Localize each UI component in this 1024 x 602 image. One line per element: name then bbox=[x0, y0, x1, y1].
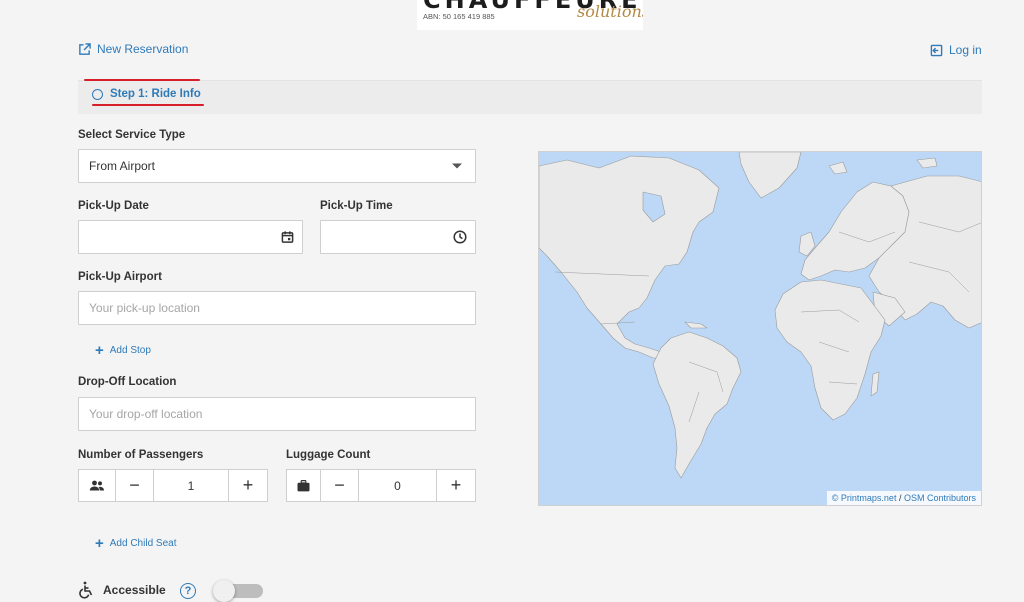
service-type-value: From Airport bbox=[89, 159, 156, 173]
accessible-label: Accessible bbox=[103, 583, 166, 597]
help-icon[interactable]: ? bbox=[180, 583, 196, 599]
annotation-underline-top bbox=[84, 79, 200, 81]
logo-abn: ABN: 50 165 419 885 bbox=[423, 12, 495, 21]
dropoff-placeholder: Your drop-off location bbox=[89, 407, 203, 421]
luggage-stepper: − 0 + bbox=[286, 469, 476, 502]
steps-bar bbox=[78, 80, 982, 114]
route-map[interactable]: © Printmaps.net / OSM Contributors bbox=[538, 151, 982, 506]
logo-solutions: solutions bbox=[577, 2, 643, 21]
passengers-stepper: − 1 + bbox=[78, 469, 268, 502]
luggage-decrement-button[interactable]: − bbox=[321, 470, 359, 501]
new-reservation-label: New Reservation bbox=[97, 42, 189, 56]
pickup-airport-label: Pick-Up Airport bbox=[78, 271, 162, 283]
osm-link[interactable]: OSM Contributors bbox=[904, 493, 976, 503]
add-child-seat-label: Add Child Seat bbox=[109, 538, 177, 549]
new-reservation-link[interactable]: New Reservation bbox=[78, 42, 188, 56]
suitcase-icon bbox=[297, 479, 310, 491]
plus-icon: + bbox=[95, 534, 104, 552]
plus-icon: + bbox=[95, 341, 104, 359]
pickup-time-label: Pick-Up Time bbox=[320, 200, 393, 212]
pickup-date-label: Pick-Up Date bbox=[78, 200, 149, 212]
company-logo: CHAUFFEURED ABN: 50 165 419 885 solution… bbox=[417, 0, 643, 30]
people-icon bbox=[89, 480, 104, 490]
annotation-underline-bottom bbox=[92, 104, 204, 106]
dropoff-input[interactable]: Your drop-off location bbox=[78, 397, 476, 431]
luggage-increment-button[interactable]: + bbox=[437, 470, 475, 501]
chevron-down-icon bbox=[452, 163, 462, 169]
add-stop-label: Add Stop bbox=[109, 345, 151, 356]
passengers-decrement-button[interactable]: − bbox=[116, 470, 154, 501]
clock-icon bbox=[453, 230, 467, 244]
add-stop-button[interactable]: + Add Stop bbox=[95, 341, 151, 359]
external-link-icon bbox=[79, 42, 91, 55]
world-map-graphic bbox=[539, 152, 981, 479]
passengers-value[interactable]: 1 bbox=[154, 470, 229, 501]
add-child-seat-button[interactable]: + Add Child Seat bbox=[95, 534, 177, 552]
luggage-label: Luggage Count bbox=[286, 449, 371, 461]
accessible-row: Accessible bbox=[78, 581, 166, 599]
passengers-increment-button[interactable]: + bbox=[229, 470, 267, 501]
step-ride-info-label: Step 1: Ride Info bbox=[110, 88, 201, 100]
wheelchair-icon bbox=[79, 581, 93, 599]
pickup-time-input[interactable] bbox=[320, 220, 476, 254]
calendar-icon bbox=[281, 231, 294, 243]
login-icon bbox=[930, 44, 943, 56]
passengers-icon-cell bbox=[79, 470, 116, 501]
toggle-knob bbox=[213, 580, 235, 602]
pickup-date-input[interactable] bbox=[78, 220, 303, 254]
step-ride-info[interactable]: Step 1: Ride Info bbox=[92, 88, 201, 100]
luggage-icon-cell bbox=[287, 470, 321, 501]
login-label: Log in bbox=[949, 43, 982, 57]
accessible-toggle[interactable] bbox=[213, 580, 263, 602]
service-type-label: Select Service Type bbox=[78, 129, 186, 141]
dropoff-label: Drop-Off Location bbox=[78, 376, 177, 388]
map-attribution: © Printmaps.net / OSM Contributors bbox=[826, 491, 981, 505]
passengers-label: Number of Passengers bbox=[78, 449, 204, 461]
login-link[interactable]: Log in bbox=[930, 43, 982, 57]
pickup-airport-input[interactable]: Your pick-up location bbox=[78, 291, 476, 325]
service-type-select[interactable]: From Airport bbox=[78, 149, 476, 183]
printmaps-link[interactable]: © Printmaps.net bbox=[832, 493, 897, 503]
attribution-separator: / bbox=[896, 493, 904, 503]
pickup-airport-placeholder: Your pick-up location bbox=[89, 301, 200, 315]
step-circle-icon bbox=[92, 88, 103, 100]
luggage-value[interactable]: 0 bbox=[359, 470, 437, 501]
